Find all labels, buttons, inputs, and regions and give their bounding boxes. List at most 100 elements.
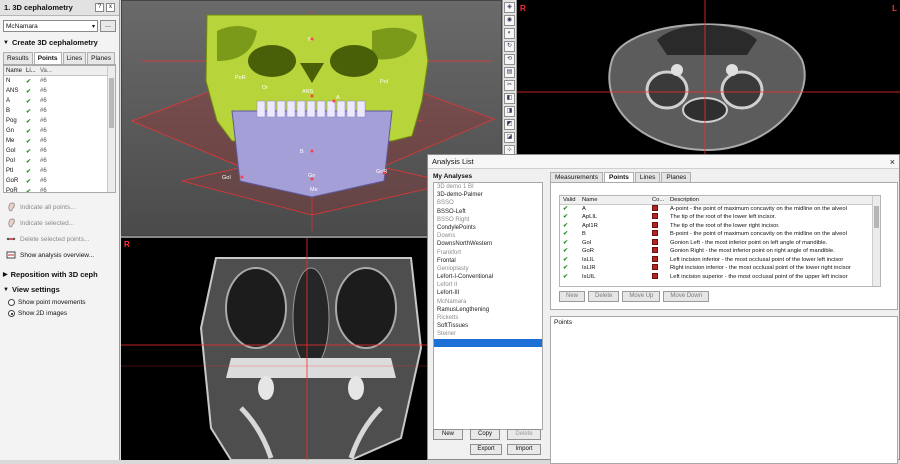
move-down-button[interactable]: Move Down	[663, 291, 710, 302]
tab-measurements[interactable]: Measurements	[550, 172, 603, 182]
analysis-point-row[interactable]: ✔ ApLIL The tip of the root of the lower l…	[560, 213, 880, 222]
color-cell[interactable]	[652, 230, 670, 238]
analysis-points-scrollbar[interactable]	[872, 196, 880, 286]
points-table-row[interactable]: Pog ✔ #6	[4, 116, 115, 126]
points-table-row[interactable]: A ✔ #6	[4, 96, 115, 106]
copy-analysis-button[interactable]: Copy	[470, 429, 500, 440]
close-panel-button[interactable]: x	[106, 3, 115, 12]
points-table-row[interactable]: N ✔ #6	[4, 76, 115, 86]
color-cell[interactable]	[652, 255, 670, 264]
col-va[interactable]: Va...	[40, 68, 115, 74]
analysis-list-item[interactable]: DownsNorthWestern	[434, 240, 542, 248]
help-button[interactable]: ?	[95, 3, 104, 12]
tab-planes[interactable]: Planes	[661, 172, 692, 182]
analysis-list-item[interactable]: RamusLengthening	[434, 306, 542, 314]
cube-side-icon[interactable]: ◨	[504, 106, 515, 117]
palette-icon[interactable]: ◉	[504, 15, 515, 26]
analysis-point-row[interactable]: ✔ IsUIL Left incision superior - the most …	[560, 272, 880, 282]
analysis-point-row[interactable]: ✔ GoR Gonion Right - the most inferior poi…	[560, 247, 880, 256]
analysis-list-item[interactable]: Lefort II	[434, 281, 542, 289]
view-option[interactable]: Show 2D images	[0, 308, 119, 319]
col-description[interactable]: Description	[670, 197, 880, 203]
points-table-row[interactable]: ANS ✔ #6	[4, 86, 115, 96]
tab-points[interactable]: Points	[33, 52, 62, 64]
col-li[interactable]: Li...	[26, 68, 40, 74]
reset-icon[interactable]: ⟲	[504, 54, 515, 65]
hide-icon[interactable]: ◐	[504, 28, 515, 39]
color-cell[interactable]	[652, 238, 670, 247]
analysis-list-item[interactable]: Lefort-I-Conventional	[434, 273, 542, 281]
points-scrollbar[interactable]	[107, 66, 115, 192]
analysis-list-item[interactable]: 3D demo 1 BI	[434, 183, 542, 191]
points-scroll-thumb[interactable]	[109, 78, 114, 128]
points-table-row[interactable]: GoI ✔ #6	[4, 146, 115, 156]
col-name[interactable]: Name	[4, 68, 26, 74]
analysis-list-item[interactable]: Genioplasty	[434, 265, 542, 273]
color-cell[interactable]	[652, 272, 670, 281]
points-table-row[interactable]: GoR ✔ #6	[4, 176, 115, 186]
point-action-item[interactable]: Delete selected points...	[0, 231, 119, 247]
analysis-list-item[interactable]: Steiner	[434, 330, 542, 338]
analysis-list-item[interactable]: Frankfort	[434, 249, 542, 257]
radio-button[interactable]	[8, 299, 15, 306]
layer-icon[interactable]: ▤	[504, 67, 515, 78]
analysis-list-item[interactable]: 3D-demo-Palmer	[434, 191, 542, 199]
viewport-coronal[interactable]: R	[121, 236, 427, 460]
analysis-point-row[interactable]: ✔ IsLIL Left incision inferior - the most …	[560, 255, 880, 265]
radio-button[interactable]	[8, 310, 15, 317]
color-cell[interactable]	[652, 204, 670, 213]
delete-analysis-button[interactable]: Delete	[507, 429, 541, 440]
cube-icon[interactable]: ◧	[504, 93, 515, 104]
analysis-list-item[interactable]: USSD	[434, 338, 542, 347]
point-action-item[interactable]: Show analysis overview...	[0, 247, 119, 263]
export-analysis-button[interactable]: Export	[470, 444, 502, 455]
analysis-point-row[interactable]: ✔ Apl1R The tip of the root of the lower r…	[560, 221, 880, 231]
analysis-list-item[interactable]: Lefort-III	[434, 289, 542, 297]
view-3d-icon[interactable]: ◈	[504, 2, 515, 13]
points-table-row[interactable]: Me ✔ #6	[4, 136, 115, 146]
rotate-icon[interactable]: ↻	[504, 41, 515, 52]
analysis-point-row[interactable]: ✔ A A-point - the point of maximum concavi…	[560, 204, 880, 214]
analysis-list-item[interactable]: Ricketts	[434, 314, 542, 322]
point-action-item[interactable]: Indicate all points...	[0, 199, 119, 215]
analysis-point-row[interactable]: ✔ IsLIR Right incision inferior - the most…	[560, 264, 880, 273]
points-table-row[interactable]: PoR ✔ #6	[4, 186, 115, 192]
analysis-list-item[interactable]: SoftTissues	[434, 322, 542, 330]
move-up-button[interactable]: Move Up	[622, 291, 661, 302]
analysis-list-item[interactable]: BSSO Right	[434, 216, 542, 224]
cube-front-icon[interactable]: ◩	[504, 119, 515, 130]
analysis-list-item[interactable]: Downs	[434, 232, 542, 240]
reposition-section-header[interactable]: ▶ Reposition with 3D ceph	[0, 267, 119, 282]
analysis-list-item[interactable]: Frontal	[434, 257, 542, 265]
delete-point-button[interactable]: Delete	[588, 291, 620, 302]
import-analysis-button[interactable]: Import	[507, 444, 541, 455]
tab-results[interactable]: Results	[3, 52, 33, 64]
view-section-header[interactable]: ▼ View settings	[0, 282, 119, 297]
clip-icon[interactable]: ✂	[504, 80, 515, 91]
tab-lines[interactable]: Lines	[634, 172, 661, 182]
col-valid[interactable]: Valid	[560, 197, 582, 203]
create-section-header[interactable]: ▼ Create 3D cephalometry	[0, 35, 119, 50]
new-analysis-button[interactable]: New	[433, 429, 463, 440]
col-name[interactable]: Name	[582, 197, 652, 203]
analysis-list-item[interactable]: McNamara	[434, 298, 542, 306]
color-cell[interactable]	[652, 247, 670, 255]
analysis-points-scroll-thumb[interactable]	[874, 206, 879, 228]
points-table-row[interactable]: PoI ✔ #6	[4, 156, 115, 166]
close-icon[interactable]: ×	[890, 157, 895, 167]
points-table-row[interactable]: Gn ✔ #6	[4, 126, 115, 136]
analysis-select[interactable]: McNamara ▾	[3, 20, 98, 32]
viewport-axial[interactable]: R L	[517, 0, 900, 154]
tab-planes[interactable]: Planes	[87, 52, 115, 64]
points-table-row[interactable]: PtI ✔ #6	[4, 166, 115, 176]
analysis-list-item[interactable]: BSSO	[434, 199, 542, 207]
col-color[interactable]: Co...	[652, 197, 670, 203]
new-point-button[interactable]: New	[559, 291, 586, 302]
color-cell[interactable]	[652, 221, 670, 230]
tab-lines[interactable]: Lines	[62, 52, 87, 64]
analysis-list-item[interactable]: CondylePoints	[434, 224, 542, 232]
cube-top-icon[interactable]: ◪	[504, 132, 515, 143]
view-option[interactable]: Show point movements	[0, 297, 119, 308]
analysis-browse-button[interactable]: ...	[100, 20, 116, 32]
color-cell[interactable]	[652, 213, 670, 221]
